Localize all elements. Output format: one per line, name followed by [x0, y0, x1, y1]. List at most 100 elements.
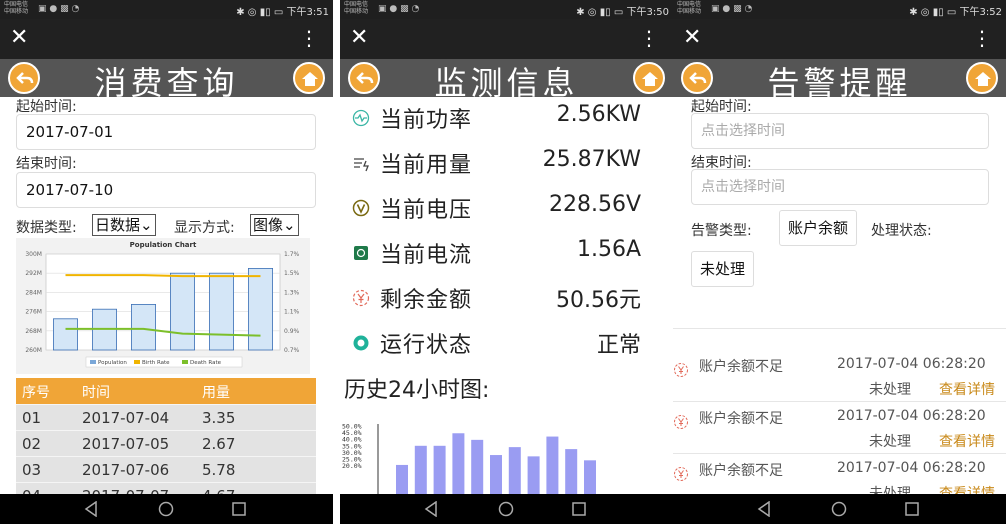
nav-recents-icon[interactable] — [232, 501, 246, 517]
back-arrow-icon — [16, 72, 34, 84]
history-bar — [584, 460, 596, 494]
col-header-index: 序号 — [22, 385, 50, 401]
back-button[interactable] — [348, 62, 380, 94]
alert-type: 账户余额不足 — [699, 411, 783, 427]
monitor-value: 50.56元 — [556, 288, 641, 313]
table-header: 序号 时间 用量 — [16, 378, 316, 404]
page-title: 监测信息 — [434, 64, 579, 97]
alert-time: 2017-07-04 06:28:20 — [837, 408, 986, 424]
nav-back-icon[interactable] — [757, 501, 771, 517]
col-header-usage: 用量 — [202, 385, 230, 401]
status-dot-icon — [353, 335, 369, 351]
table-row[interactable]: 01 2017-07-04 3.35 — [16, 404, 316, 430]
legend-label: Population — [98, 360, 127, 366]
more-menu-icon[interactable]: ⋮ — [299, 25, 319, 51]
home-button[interactable] — [633, 62, 665, 94]
alert-time: 2017-07-04 06:28:20 — [837, 460, 986, 476]
cell-index: 03 — [22, 461, 42, 479]
browser-topbar: ✕ ⋮ — [340, 19, 673, 59]
voltage-icon — [352, 199, 370, 217]
nav-recents-icon[interactable] — [572, 501, 586, 517]
y-left-tick-label: 260M — [25, 347, 42, 354]
y-right-tick-label: 1.5% — [284, 270, 300, 277]
alert-type: 账户余额不足 — [699, 463, 783, 479]
population-bar — [53, 318, 78, 351]
col-header-time: 时间 — [82, 385, 110, 401]
close-icon[interactable]: ✕ — [683, 25, 701, 51]
money-icon — [352, 289, 370, 307]
money-icon — [674, 467, 688, 481]
end-time-input[interactable]: 2017-07-10 — [16, 172, 316, 208]
alert-type-select[interactable]: 账户余额 — [779, 210, 858, 246]
history-bar — [433, 445, 446, 494]
process-status-select[interactable]: 未处理 — [691, 251, 755, 287]
history-bar — [546, 436, 559, 494]
history-24h-chart: 50.0%45.0%40.0%35.0%30.0%25.0%20.0% — [342, 423, 596, 494]
view-details-link[interactable]: 查看详情 — [939, 431, 995, 451]
monitor-value: 25.87KW — [542, 147, 641, 172]
home-icon — [975, 72, 991, 86]
nav-back-icon[interactable] — [84, 501, 98, 517]
data-type-label: 数据类型: — [16, 220, 77, 236]
screen-alarm-reminder: 中国电信 中国移动 ▣ ● ▩ ◔ ✱ ◎ ▮▯ ▭ 下午3:52 ✕ ⋮ 告警提… — [673, 0, 1006, 524]
nav-back-icon[interactable] — [424, 501, 438, 517]
history-bar — [414, 445, 427, 494]
close-icon[interactable]: ✕ — [10, 25, 28, 51]
display-mode-select[interactable]: 图像⌄ — [250, 214, 299, 236]
chart-title: Population Chart — [130, 241, 197, 249]
android-nav-bar — [673, 494, 1006, 524]
nav-recents-icon[interactable] — [905, 501, 919, 517]
history-bar — [527, 456, 540, 494]
table-row[interactable]: 03 2017-07-06 5.78 — [16, 456, 316, 482]
back-button[interactable] — [8, 62, 40, 94]
home-button[interactable] — [293, 62, 325, 94]
alert-type-label: 告警类型: — [691, 223, 752, 239]
start-time-input[interactable]: 点击选择时间 — [691, 113, 989, 149]
home-icon — [302, 72, 318, 86]
history-bar — [490, 455, 502, 494]
history-bar — [565, 449, 578, 494]
data-type-select[interactable]: 日数据⌄ — [92, 214, 156, 236]
nav-home-icon[interactable] — [831, 501, 847, 517]
population-bar — [209, 272, 234, 351]
nav-home-icon[interactable] — [498, 501, 514, 517]
close-icon[interactable]: ✕ — [350, 25, 368, 51]
status-bar: 中国电信 中国移动 ▣ ● ▩ ◔ ✱ ◎ ▮▯ ▭ 下午3:51 — [0, 0, 333, 19]
cell-usage: 2.67 — [202, 435, 236, 453]
display-mode-label: 显示方式: — [174, 220, 235, 236]
y-left-tick-label: 268M — [25, 328, 42, 335]
nav-home-icon[interactable] — [158, 501, 174, 517]
money-icon — [674, 363, 688, 377]
end-time-input[interactable]: 点击选择时间 — [691, 169, 989, 205]
status-time: 下午3:50 — [626, 7, 669, 18]
more-menu-icon[interactable]: ⋮ — [972, 25, 992, 51]
home-button[interactable] — [966, 62, 998, 94]
population-chart: Population Chart 300M 1.7% 292M 1.5% 284M 1.3%… — [16, 238, 310, 374]
alert-list-item[interactable]: 账户余额不足 2017-07-04 06:28:20 未处理 查看详情 — [673, 402, 1006, 454]
home-icon — [642, 72, 658, 86]
cell-time: 2017-07-04 — [82, 409, 170, 427]
monitor-row-balance: 剩余金额 50.56元 — [340, 278, 673, 318]
start-time-input[interactable]: 2017-07-01 — [16, 114, 316, 150]
display-mode-value: 图像 — [253, 216, 284, 234]
view-details-link[interactable]: 查看详情 — [939, 379, 995, 399]
y-left-tick-label: 292M — [25, 270, 42, 277]
history-chart-title: 历史24小时图: — [344, 378, 490, 403]
chevron-down-icon: ⌄ — [140, 216, 153, 234]
table-row[interactable]: 02 2017-07-05 2.67 — [16, 430, 316, 456]
status-icons: ✱ ◎ ▮▯ ▭ 下午3:51 — [236, 7, 329, 18]
cell-time: 2017-07-05 — [82, 435, 170, 453]
alert-list-item[interactable]: 账户余额不足 2017-07-04 06:28:20 未处理 查看详情 — [673, 350, 1006, 402]
history-bar — [471, 439, 484, 494]
more-menu-icon[interactable]: ⋮ — [639, 25, 659, 51]
population-bar — [131, 304, 156, 351]
monitor-row-usage: 当前用量 25.87KW — [340, 143, 673, 183]
population-bar — [170, 272, 195, 351]
back-button[interactable] — [681, 62, 713, 94]
android-nav-bar — [340, 494, 673, 524]
browser-topbar: ✕ ⋮ — [673, 19, 1006, 59]
legend-swatch — [90, 360, 96, 364]
page-title: 消费查询 — [94, 64, 239, 97]
status-bar: 中国电信 中国移动 ▣ ● ▩ ◔ ✱ ◎ ▮▯ ▭ 下午3:50 — [340, 0, 673, 19]
divider — [673, 328, 1006, 329]
